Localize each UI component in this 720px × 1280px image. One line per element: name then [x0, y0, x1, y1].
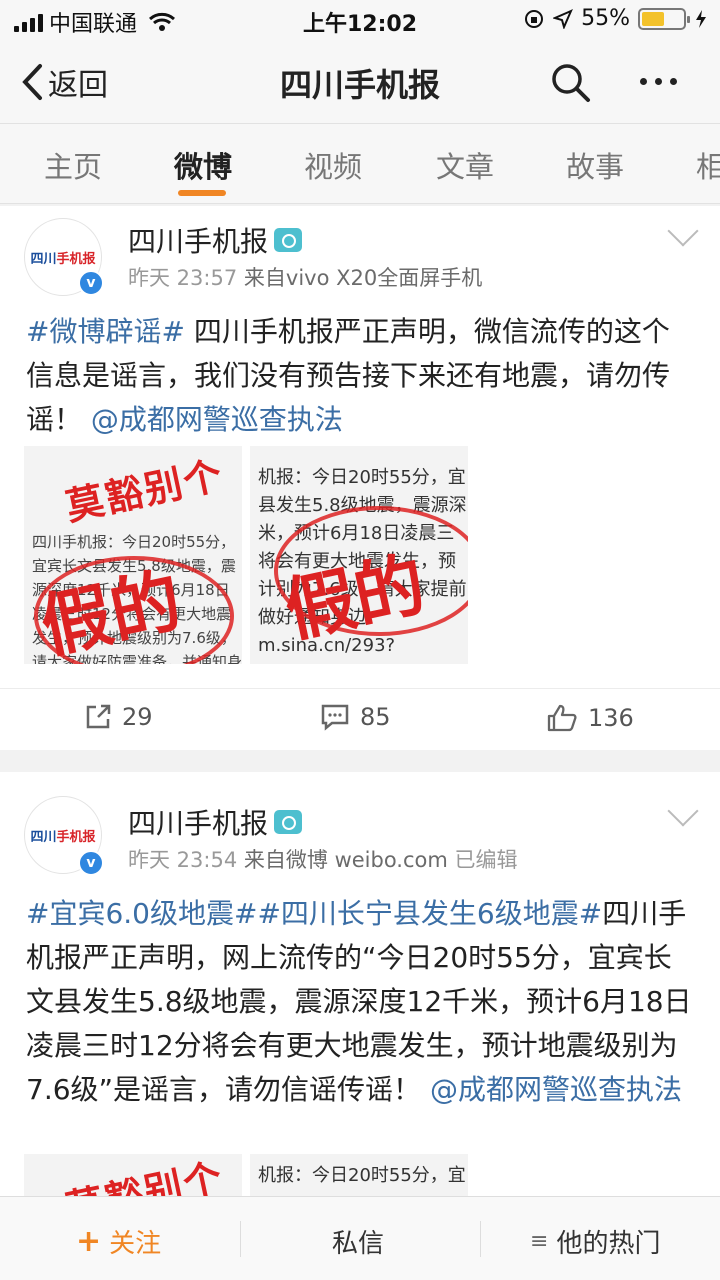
camera-badge-icon [274, 810, 303, 834]
hot-posts-button[interactable]: ≡ 他的热门 [530, 1223, 660, 1260]
more-icon[interactable] [640, 78, 677, 85]
post-card: 四川 手机报 v 四川手机报 昨天 23:54 来自微博 weibo.com 已编… [0, 772, 720, 1196]
post-meta: 昨天 23:54 来自微博 weibo.com 已编辑 [128, 844, 518, 874]
comment-count: 85 [360, 703, 391, 731]
hot-label: 他的热门 [556, 1229, 661, 1259]
post-image[interactable]: 机报：今日20时55分，宜 [250, 1154, 468, 1196]
post-images: 四川手机报：今日20时55分，宜宾长文县发生5.8级地震，震源深度12千米，预计… [24, 446, 468, 664]
nav-bar: 返回 四川手机报 [0, 40, 720, 124]
thumbs-up-icon [547, 704, 577, 732]
tab-video[interactable]: 视频 [304, 144, 362, 186]
repost-count: 29 [122, 703, 153, 731]
post-author[interactable]: 四川手机报 [128, 220, 303, 260]
post-body: #宜宾6.0级地震##四川长宁县发生6级地震#四川手机报严正声明，网上流传的“今… [26, 892, 696, 1112]
post-time: 昨天 23:54 [128, 848, 238, 872]
post-actions: 29 85 136 [0, 688, 720, 748]
post-meta: 昨天 23:57 来自vivo X20全面屏手机 [128, 262, 482, 292]
post-image[interactable]: 莫豁别个 [24, 1154, 242, 1196]
battery-icon [638, 7, 690, 30]
comment-button[interactable]: 85 [320, 703, 391, 731]
post-source: 来自微博 weibo.com [243, 848, 448, 872]
chevron-down-icon[interactable] [667, 215, 699, 247]
tab-home[interactable]: 主页 [44, 144, 102, 186]
list-icon: ≡ [530, 1229, 549, 1254]
chevron-down-icon[interactable] [667, 795, 699, 827]
profile-tabs: 主页 微博 视频 文章 故事 相 [0, 124, 720, 204]
post-image[interactable]: 四川手机报：今日20时55分，宜宾长文县发生5.8级地震，震源深度12千米，预计… [24, 446, 242, 664]
avatar-logo: 四川 手机报 [30, 829, 96, 845]
post-image[interactable]: 机报：今日20时55分，宜县发生5.8级地震，震源深米，预计6月18日凌晨三将会… [250, 446, 468, 664]
stamp-caption: 莫豁别个 [61, 1154, 228, 1196]
post-source: 来自vivo X20全面屏手机 [243, 266, 483, 290]
repost-button[interactable]: 29 [84, 703, 153, 731]
charging-icon [696, 9, 706, 28]
post-mention[interactable]: @成都网警巡查执法 [430, 1073, 682, 1106]
stamp-caption: 莫豁别个 [61, 452, 228, 530]
page-title: 四川手机报 [279, 66, 440, 104]
camera-badge-icon [274, 228, 303, 252]
image-text: 机报：今日20时55分，宜 [258, 1165, 466, 1186]
plus-icon: + [76, 1224, 102, 1259]
post-time: 昨天 23:57 [128, 266, 238, 290]
search-icon[interactable] [548, 60, 592, 104]
post-mention[interactable]: @成都网警巡查执法 [91, 403, 343, 436]
post-images: 莫豁别个 机报：今日20时55分，宜 [24, 1154, 468, 1196]
repost-icon [86, 704, 111, 729]
post-author[interactable]: 四川手机报 [128, 802, 303, 842]
tab-stories[interactable]: 故事 [566, 144, 624, 186]
divider [240, 1221, 241, 1257]
post-card: 四川 手机报 v 四川手机报 昨天 23:57 来自vivo X20全面屏手机 #… [0, 206, 720, 750]
battery-fill [642, 11, 664, 26]
post-hashtag[interactable]: #微博辟谣# [26, 315, 185, 348]
comment-icon [321, 704, 349, 731]
location-icon [553, 8, 574, 29]
active-tab-indicator [178, 190, 226, 196]
orientation-lock-icon [525, 9, 544, 28]
like-button[interactable]: 136 [546, 703, 634, 733]
status-right: 55% [523, 6, 708, 31]
avatar-logo: 四川 手机报 [30, 251, 96, 267]
follow-button[interactable]: + 关注 [76, 1223, 161, 1260]
verified-badge-icon: v [78, 270, 104, 296]
message-label: 私信 [332, 1229, 385, 1259]
follow-label: 关注 [109, 1229, 162, 1259]
message-button[interactable]: 私信 [332, 1223, 384, 1260]
verified-badge-icon: v [78, 850, 104, 876]
post-body: #微博辟谣# 四川手机报严正声明，微信流传的这个信息是谣言，我们没有预告接下来还… [26, 310, 696, 442]
battery-percent: 55% [581, 6, 630, 31]
app-root: 中国联通 上午12:02 55% 返回 四川手机报 主页 微博 视频 文章 故事… [0, 0, 720, 1280]
edited-label: 已编辑 [454, 848, 518, 872]
divider [480, 1221, 481, 1257]
like-count: 136 [588, 704, 634, 732]
bottom-action-bar: + 关注 私信 ≡ 他的热门 [0, 1196, 720, 1280]
tab-photos[interactable]: 相 [696, 144, 720, 186]
tab-articles[interactable]: 文章 [436, 144, 494, 186]
tab-weibo[interactable]: 微博 [174, 144, 232, 186]
post-hashtag[interactable]: #宜宾6.0级地震##四川长宁县发生6级地震# [26, 897, 602, 930]
status-bar: 中国联通 上午12:02 55% [0, 0, 720, 40]
